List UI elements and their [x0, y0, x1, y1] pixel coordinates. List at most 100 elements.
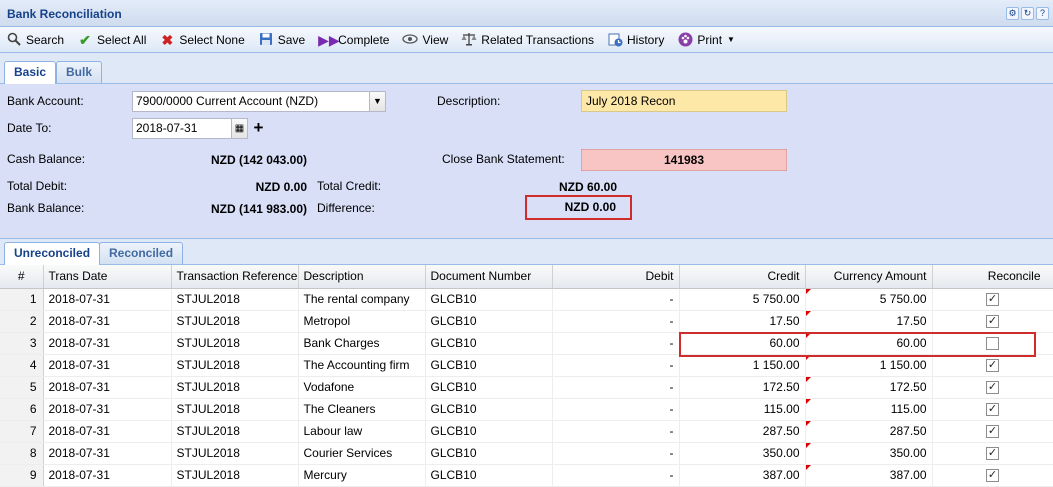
- transaction-reference-cell: STJUL2018: [171, 376, 299, 399]
- reconcile-checkbox[interactable]: ✓: [986, 469, 999, 483]
- table-row[interactable]: 8 2018-07-31 STJUL2018 Courier Services GLCB…: [0, 442, 1053, 465]
- col-header-reconcile[interactable]: Reconcile: [932, 265, 1053, 289]
- currency-amount-cell: 387.00: [805, 464, 933, 487]
- bank-account-label: Bank Account:: [7, 94, 84, 108]
- calendar-icon[interactable]: ▦: [231, 119, 247, 138]
- col-header-debit[interactable]: Debit: [552, 265, 680, 289]
- save-label: Save: [277, 32, 306, 47]
- gear-icon[interactable]: ⚙: [1006, 7, 1019, 20]
- help-icon[interactable]: ?: [1036, 7, 1049, 20]
- reconcile-cell: ✓: [932, 398, 1053, 421]
- description-cell: The rental company: [298, 288, 426, 311]
- tab-bulk[interactable]: Bulk: [56, 61, 103, 83]
- col-header-document-number[interactable]: Document Number: [425, 265, 553, 289]
- col-header-credit[interactable]: Credit: [679, 265, 806, 289]
- check-icon: ✔: [79, 31, 91, 48]
- description-cell: Labour law: [298, 420, 426, 443]
- difference-value: NZD 0.00: [525, 195, 632, 220]
- col-header-description[interactable]: Description: [298, 265, 426, 289]
- history-button[interactable]: History: [607, 32, 664, 48]
- table-row[interactable]: 4 2018-07-31 STJUL2018 The Accounting firm G…: [0, 354, 1053, 377]
- trans-date-cell: 2018-07-31: [43, 464, 172, 487]
- reconcile-checkbox[interactable]: ✓: [986, 447, 999, 461]
- tab-unreconciled[interactable]: Unreconciled: [4, 242, 101, 265]
- debit-cell: -: [552, 464, 680, 487]
- close-bank-statement-field[interactable]: 141983: [581, 149, 787, 171]
- reconcile-checkbox[interactable]: ✓: [986, 359, 999, 373]
- description-cell: The Accounting firm: [298, 354, 426, 377]
- toolbar: Search ✔ Select All ✖ Select None Save ▶…: [0, 27, 1053, 53]
- view-button[interactable]: View: [402, 32, 448, 48]
- table-row[interactable]: 1 2018-07-31 STJUL2018 The rental company GL…: [0, 288, 1053, 311]
- tab-basic[interactable]: Basic: [4, 61, 57, 84]
- transactions-grid: # Trans Date Transaction Reference Descr…: [0, 265, 1053, 487]
- table-row[interactable]: 5 2018-07-31 STJUL2018 Vodafone GLCB10-172.5…: [0, 376, 1053, 399]
- description-cell: Vodafone: [298, 376, 426, 399]
- tab-reconciled[interactable]: Reconciled: [99, 242, 184, 264]
- debit-cell: -: [552, 376, 680, 399]
- description-label: Description:: [437, 94, 501, 108]
- table-row[interactable]: 2 2018-07-31 STJUL2018 Metropol GLCB10-17.50…: [0, 310, 1053, 333]
- reconcile-checkbox[interactable]: ✓: [986, 403, 999, 417]
- col-header-trans-date[interactable]: Trans Date: [43, 265, 172, 289]
- currency-amount-cell: 60.00: [805, 332, 933, 355]
- row-number: 9: [0, 464, 44, 487]
- floppy-icon: [258, 32, 274, 48]
- reconciliation-form: Bank Account: 7900/0000 Current Account …: [0, 84, 1053, 239]
- window-titlebar: Bank Reconciliation ⚙ ↻ ?: [0, 0, 1053, 27]
- cross-icon: ✖: [161, 31, 174, 48]
- transaction-reference-cell: STJUL2018: [171, 398, 299, 421]
- print-button[interactable]: Print ▼: [677, 32, 735, 48]
- row-number: 6: [0, 398, 44, 421]
- reconcile-checkbox[interactable]: ✓: [986, 315, 999, 329]
- document-number-cell: GLCB10: [425, 464, 553, 487]
- save-button[interactable]: Save: [258, 32, 305, 48]
- add-icon[interactable]: +: [250, 118, 267, 139]
- bank-balance-value: NZD (141 983.00): [210, 202, 307, 216]
- bank-account-select[interactable]: 7900/0000 Current Account (NZD) ▼: [132, 91, 386, 112]
- credit-cell: 17.50: [679, 310, 806, 333]
- history-icon: [607, 32, 623, 48]
- row-number: 1: [0, 288, 44, 311]
- reconcile-checkbox[interactable]: [986, 337, 999, 351]
- search-button[interactable]: Search: [6, 32, 64, 48]
- related-transactions-button[interactable]: Related Transactions: [461, 32, 594, 48]
- reconcile-cell: ✓: [932, 442, 1053, 465]
- complete-button[interactable]: ▶▶ Complete: [318, 32, 389, 48]
- document-number-cell: GLCB10: [425, 354, 553, 377]
- reconcile-checkbox[interactable]: ✓: [986, 381, 999, 395]
- col-header-transaction-reference[interactable]: Transaction Reference: [171, 265, 299, 289]
- debit-cell: -: [552, 420, 680, 443]
- trans-date-cell: 2018-07-31: [43, 376, 172, 399]
- credit-cell: 60.00: [679, 332, 806, 355]
- close-bank-statement-value: 141983: [663, 153, 705, 167]
- col-header-currency-amount[interactable]: Currency Amount: [805, 265, 933, 289]
- reconcile-checkbox[interactable]: ✓: [986, 425, 999, 439]
- table-row[interactable]: 6 2018-07-31 STJUL2018 The Cleaners GLCB10-1…: [0, 398, 1053, 421]
- select-none-button[interactable]: ✖ Select None: [159, 31, 245, 48]
- refresh-icon[interactable]: ↻: [1021, 7, 1034, 20]
- col-header-number[interactable]: #: [0, 265, 44, 289]
- table-row[interactable]: 7 2018-07-31 STJUL2018 Labour law GLCB10-287…: [0, 420, 1053, 443]
- reconcile-cell: ✓: [932, 288, 1053, 311]
- table-row[interactable]: 3 2018-07-31 STJUL2018 Bank Charges GLCB10-6…: [0, 332, 1053, 355]
- search-icon: [6, 32, 22, 48]
- document-number-cell: GLCB10: [425, 310, 553, 333]
- currency-amount-cell: 115.00: [805, 398, 933, 421]
- debit-cell: -: [552, 310, 680, 333]
- currency-amount-cell: 350.00: [805, 442, 933, 465]
- reconcile-checkbox[interactable]: ✓: [986, 293, 999, 307]
- table-row[interactable]: 9 2018-07-31 STJUL2018 Mercury GLCB10-387.00…: [0, 464, 1053, 487]
- trans-date-cell: 2018-07-31: [43, 398, 172, 421]
- reconcile-cell: [932, 332, 1053, 355]
- description-field[interactable]: July 2018 Recon: [581, 90, 787, 112]
- main-tabstrip: Basic Bulk: [0, 53, 1053, 84]
- debit-cell: -: [552, 398, 680, 421]
- debit-cell: -: [552, 442, 680, 465]
- date-to-field[interactable]: 2018-07-31 ▦: [132, 118, 248, 139]
- select-all-button[interactable]: ✔ Select All: [77, 32, 146, 48]
- document-number-cell: GLCB10: [425, 332, 553, 355]
- chevron-down-icon[interactable]: ▼: [369, 92, 385, 111]
- credit-cell: 172.50: [679, 376, 806, 399]
- row-number: 4: [0, 354, 44, 377]
